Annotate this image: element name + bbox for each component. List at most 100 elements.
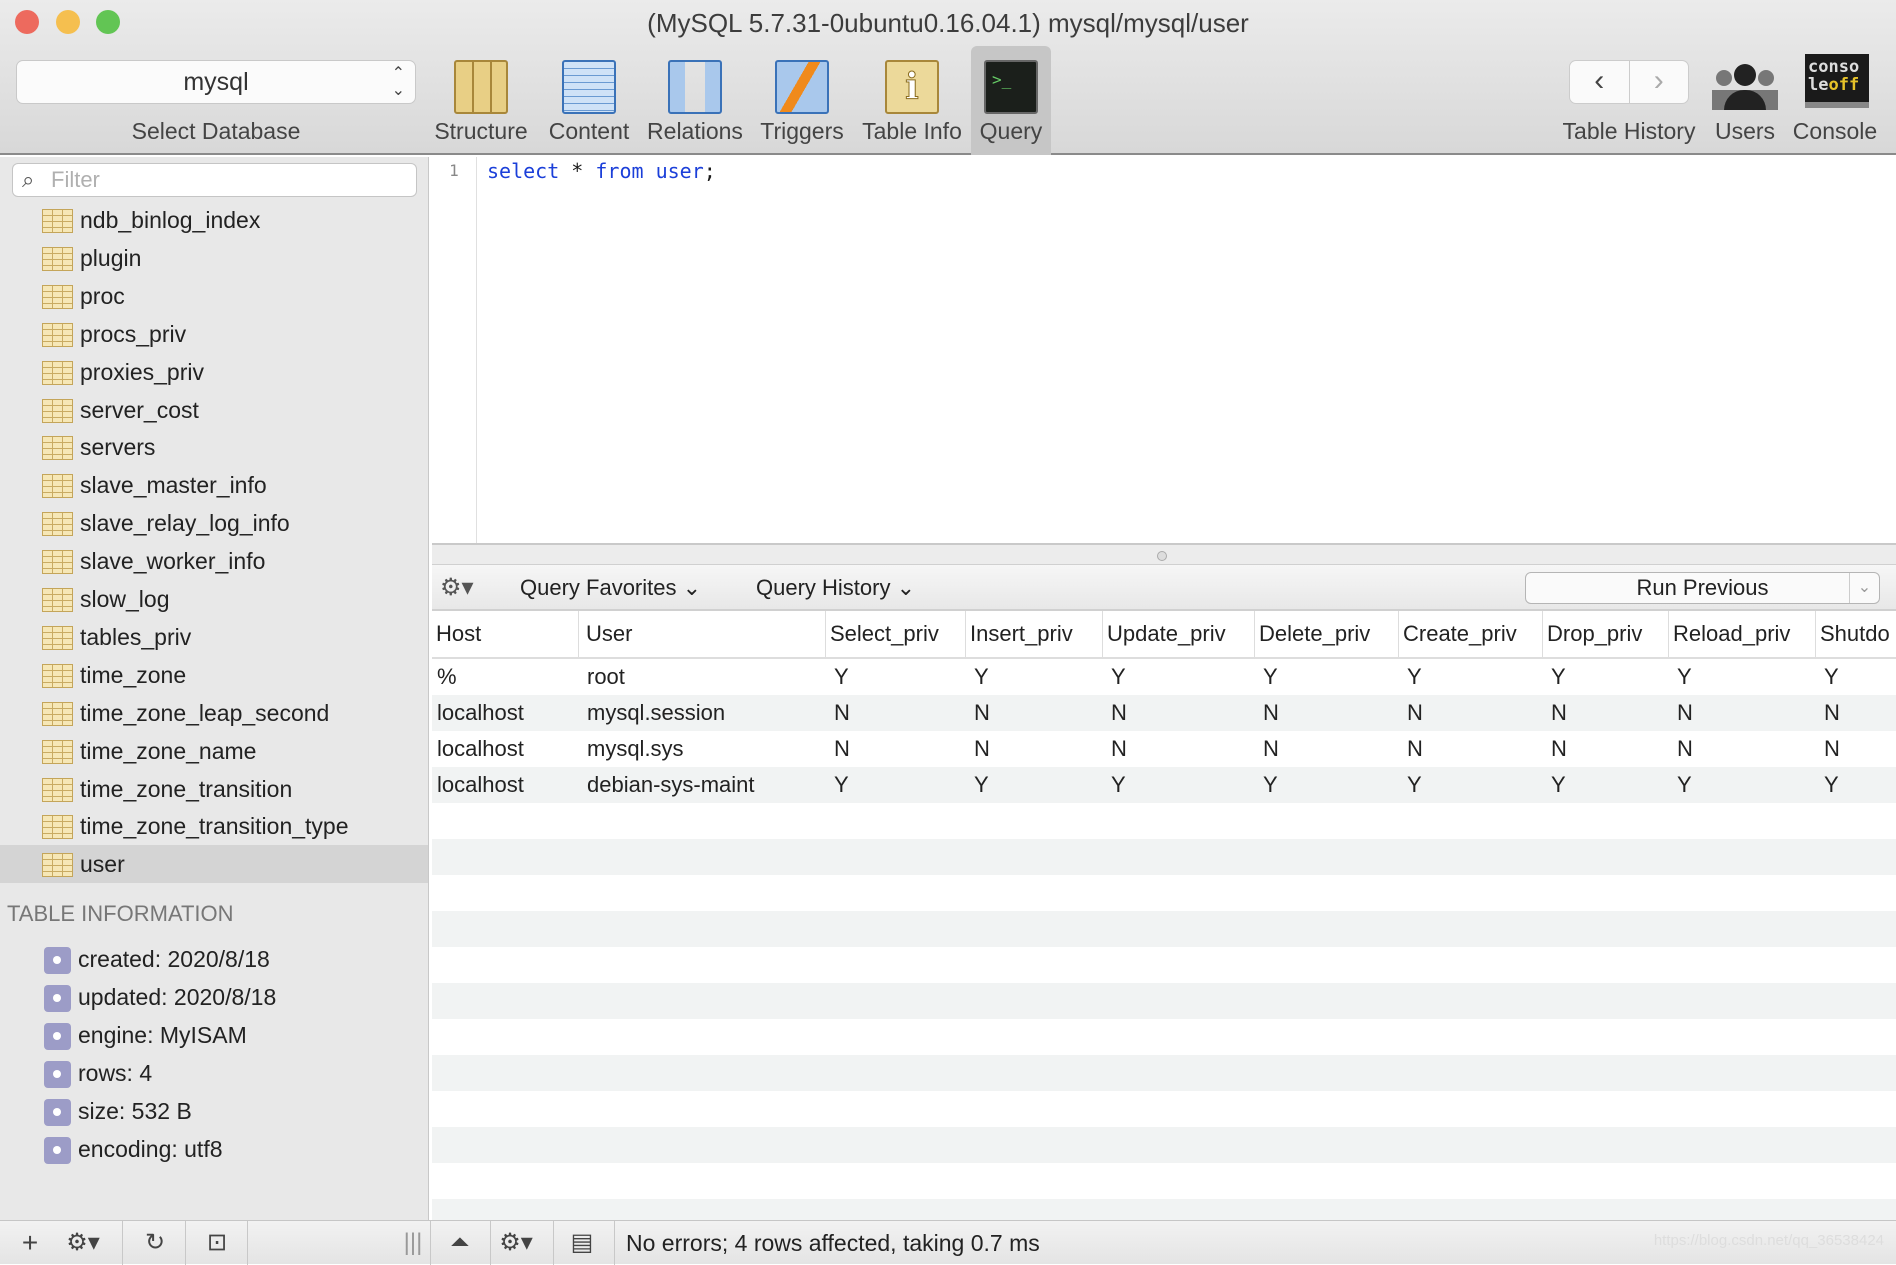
column-header[interactable]: Update_priv [1103, 611, 1255, 659]
table-cell[interactable]: N [1546, 731, 1567, 767]
column-header[interactable]: Reload_priv [1669, 611, 1816, 659]
info-bullet-icon [44, 1023, 71, 1050]
splitter[interactable] [432, 543, 1896, 565]
table-cell[interactable]: mysql.session [582, 695, 725, 731]
toggle-info-button[interactable]: ⊡ [192, 1221, 242, 1265]
console-button[interactable]: conso leoff [1805, 54, 1869, 108]
query-text[interactable]: select * from user; [487, 157, 716, 185]
table-cell[interactable]: Y [1819, 767, 1839, 803]
sidebar-table-item[interactable]: slave_worker_info [0, 542, 428, 580]
table-cell[interactable]: N [1106, 731, 1127, 767]
column-header[interactable]: User [582, 611, 826, 659]
table-cell[interactable]: Y [1106, 659, 1126, 695]
sidebar-table-item[interactable]: time_zone_transition_type [0, 807, 428, 845]
table-cell[interactable]: Y [1258, 659, 1278, 695]
table-cell[interactable]: N [1106, 695, 1127, 731]
table-row[interactable]: localhost debian-sys-maint Y Y Y Y Y Y Y Y [432, 767, 1896, 803]
table-cell[interactable]: localhost [432, 731, 524, 767]
table-cell[interactable]: Y [1106, 767, 1126, 803]
query-history-menu[interactable]: Query History ⌄ [756, 565, 915, 611]
sidebar-table-item[interactable]: ndb_binlog_index [0, 201, 428, 239]
table-cell[interactable]: N [1402, 695, 1423, 731]
table-cell[interactable]: N [1672, 695, 1693, 731]
sidebar-table-item[interactable]: tables_priv [0, 618, 428, 656]
query-info-button[interactable]: ▤ [562, 1221, 602, 1265]
column-header[interactable]: Shutdo [1816, 611, 1896, 659]
table-cell[interactable]: localhost [432, 695, 524, 731]
sidebar-table-item[interactable]: slave_master_info [0, 466, 428, 504]
tab-query[interactable]: >_ Query [971, 46, 1051, 155]
sidebar-table-item[interactable]: time_zone_name [0, 732, 428, 770]
table-cell[interactable]: N [1672, 731, 1693, 767]
table-cell[interactable]: Y [829, 659, 849, 695]
column-header[interactable]: Select_priv [826, 611, 966, 659]
results-actions-button[interactable]: ⚙▾ [492, 1221, 540, 1265]
column-header[interactable]: Insert_priv [966, 611, 1103, 659]
table-cell[interactable]: Y [1672, 659, 1692, 695]
sidebar-table-item[interactable]: proxies_priv [0, 353, 428, 391]
table-icon [42, 625, 73, 650]
table-cell[interactable]: Y [1402, 659, 1422, 695]
back-button[interactable]: ‹ [1570, 61, 1629, 103]
table-cell[interactable]: debian-sys-maint [582, 767, 755, 803]
filter-input[interactable]: ⌕ Filter [12, 163, 417, 197]
add-table-button[interactable]: + [10, 1221, 50, 1265]
table-cell[interactable]: N [829, 695, 850, 731]
sidebar-table-item[interactable]: slave_relay_log_info [0, 504, 428, 542]
table-cell[interactable]: N [1819, 695, 1840, 731]
table-cell[interactable]: N [1258, 731, 1279, 767]
sidebar-table-item[interactable]: procs_priv [0, 315, 428, 353]
chevron-down-icon[interactable]: ⌄ [1849, 573, 1879, 603]
table-row[interactable]: % root Y Y Y Y Y Y Y Y [432, 659, 1896, 695]
table-cell[interactable]: N [1258, 695, 1279, 731]
table-cell[interactable]: N [1402, 731, 1423, 767]
refresh-button[interactable]: ↻ [130, 1221, 180, 1265]
table-cell[interactable]: Y [1402, 767, 1422, 803]
splitter-handle[interactable] [1157, 551, 1167, 561]
gear-menu-icon[interactable]: ⚙▾ [440, 565, 474, 611]
users-button[interactable] [1712, 62, 1778, 110]
sidebar-table-item[interactable]: time_zone [0, 656, 428, 694]
sidebar-table-item[interactable]: proc [0, 277, 428, 315]
sidebar-table-item[interactable]: plugin [0, 239, 428, 277]
triggers-icon [775, 60, 829, 114]
query-favorites-menu[interactable]: Query Favorites ⌄ [520, 565, 701, 611]
table-cell[interactable]: N [829, 731, 850, 767]
empty-row [432, 1163, 1896, 1199]
table-row[interactable]: localhost mysql.sys N N N N N N N N [432, 731, 1896, 767]
table-row[interactable]: localhost mysql.session N N N N N N N N [432, 695, 1896, 731]
sidebar-table-item[interactable]: server_cost [0, 391, 428, 429]
column-header[interactable]: Create_priv [1399, 611, 1543, 659]
sidebar-table-item[interactable]: time_zone_transition [0, 770, 428, 808]
sidebar-resize-handle[interactable]: ||| [400, 1221, 426, 1265]
table-cell[interactable]: N [969, 695, 990, 731]
sidebar-table-item[interactable]: time_zone_leap_second [0, 694, 428, 732]
table-cell[interactable]: root [582, 659, 625, 695]
query-editor[interactable]: 1 select * from user; [432, 157, 1896, 543]
column-header[interactable]: Delete_priv [1255, 611, 1399, 659]
toggle-editor-button[interactable]: ⏶ [440, 1221, 480, 1265]
forward-button[interactable]: › [1628, 61, 1689, 103]
table-cell[interactable]: Y [969, 767, 989, 803]
table-cell[interactable]: Y [969, 659, 989, 695]
table-cell[interactable]: Y [829, 767, 849, 803]
table-cell[interactable]: N [969, 731, 990, 767]
sidebar-table-item[interactable]: servers [0, 428, 428, 466]
table-cell[interactable]: Y [1546, 659, 1566, 695]
run-previous-button[interactable]: Run Previous ⌄ [1525, 572, 1880, 604]
table-cell[interactable]: N [1819, 731, 1840, 767]
table-cell[interactable]: Y [1546, 767, 1566, 803]
table-cell[interactable]: Y [1258, 767, 1278, 803]
column-header[interactable]: Host [432, 611, 579, 659]
table-actions-button[interactable]: ⚙▾ [58, 1221, 108, 1265]
database-select[interactable]: mysql ⌃ ⌄ [16, 60, 416, 104]
table-cell[interactable]: mysql.sys [582, 731, 684, 767]
table-cell[interactable]: Y [1819, 659, 1839, 695]
table-cell[interactable]: Y [1672, 767, 1692, 803]
table-cell[interactable]: localhost [432, 767, 524, 803]
table-cell[interactable]: % [432, 659, 457, 695]
table-cell[interactable]: N [1546, 695, 1567, 731]
sidebar-table-item[interactable]: user [0, 845, 428, 884]
column-header[interactable]: Drop_priv [1543, 611, 1669, 659]
sidebar-table-item[interactable]: slow_log [0, 580, 428, 618]
